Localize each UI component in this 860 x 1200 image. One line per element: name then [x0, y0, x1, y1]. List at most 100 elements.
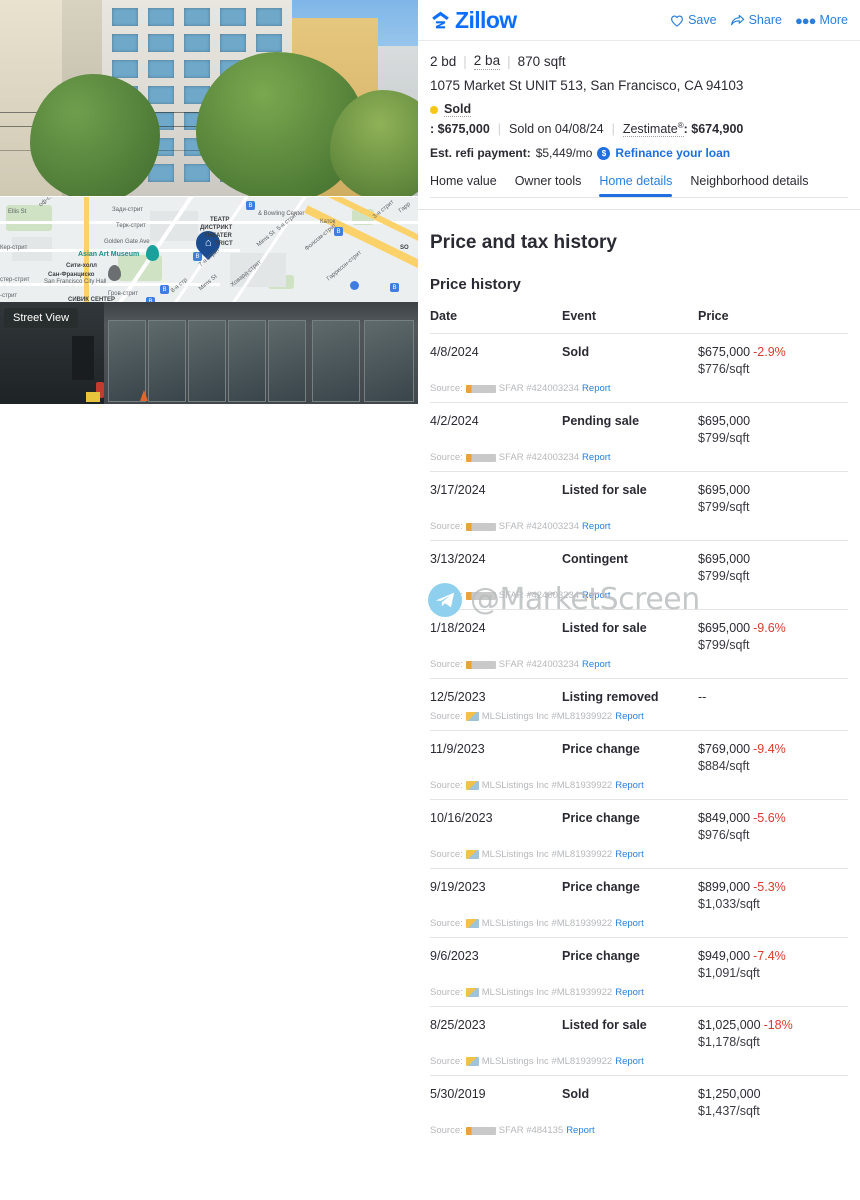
transit-marker-icon[interactable]: B: [390, 283, 399, 292]
report-link[interactable]: Report: [615, 987, 644, 998]
source-prefix: Source:: [430, 452, 463, 464]
price-change-pct: -5.3%: [753, 880, 786, 895]
source-line: Source: SFAR #424003234 Report: [430, 521, 848, 532]
map-label: Зади-стрит: [112, 207, 143, 213]
yellow-bin: [86, 392, 100, 402]
source-row: Source: MLSListings Inc #ML81939922 Report: [430, 911, 848, 938]
street-view-photo[interactable]: Street View: [0, 302, 418, 404]
price-per-sqft: $776/sqft: [698, 362, 750, 377]
price-change-pct: -9.4%: [753, 742, 786, 757]
share-button[interactable]: Share: [730, 13, 782, 27]
event-type: Listed for sale: [562, 483, 647, 498]
window: [148, 60, 174, 78]
report-link[interactable]: Report: [582, 590, 611, 601]
window: [256, 34, 282, 52]
window: [184, 60, 210, 78]
zillow-logo[interactable]: Zillow: [430, 7, 517, 34]
transit-marker-icon[interactable]: B: [160, 285, 169, 294]
zillow-property-page: B B B B B B ⌂ Ellis St оф-стрит Зади-стрит…: [0, 0, 860, 1200]
window: [184, 8, 210, 26]
window: [148, 8, 174, 26]
beds-value: 2 bd: [430, 54, 457, 69]
map-label: ДИСТРИКТ: [200, 225, 233, 231]
source-row: Source: MLSListings Inc #ML81939922 Report: [430, 1049, 848, 1076]
share-arrow-icon: [730, 14, 744, 25]
price-per-sqft: $799/sqft: [698, 431, 750, 446]
more-label: More: [819, 13, 848, 27]
table-row: 11/9/2023 Price change $769,000 -9.4% $884/s…: [430, 730, 848, 774]
table-header-row: Date Event Price: [430, 309, 848, 334]
refinance-link[interactable]: Refinance your loan: [615, 146, 730, 160]
header-actions: Save Share ●●● More: [670, 13, 848, 27]
report-link[interactable]: Report: [615, 780, 644, 791]
refi-label: Est. refi payment:: [430, 146, 531, 161]
sfar-logo-icon: [465, 384, 496, 393]
report-link[interactable]: Report: [615, 711, 644, 722]
window: [184, 164, 210, 182]
more-button[interactable]: ●●● More: [795, 13, 848, 27]
divider: |: [463, 54, 467, 69]
map-label: San Francisco City Hall: [44, 279, 107, 285]
source-row: Source: SFAR #484135 Report: [430, 1118, 848, 1144]
report-link[interactable]: Report: [615, 849, 644, 860]
location-map[interactable]: B B B B B B ⌂ Ellis St оф-стрит Зади-стрит…: [0, 196, 418, 302]
tab-owner-tools[interactable]: Owner tools: [515, 174, 582, 197]
mls-logo-icon: [465, 919, 479, 929]
museum-marker-icon[interactable]: [146, 245, 159, 261]
refi-row: Est. refi payment: $5,449/mo $ Refinance…: [430, 146, 848, 160]
source-id: MLSListings Inc #ML81939922: [481, 780, 613, 792]
report-link[interactable]: Report: [566, 1125, 595, 1136]
report-link[interactable]: Report: [582, 521, 611, 532]
report-link[interactable]: Report: [615, 918, 644, 929]
report-link[interactable]: Report: [582, 383, 611, 394]
column-header-event: Event: [562, 309, 597, 324]
price-tax-history-section: Price and tax history Price history Date…: [418, 232, 860, 1144]
table-row: 4/2/2024 Pending sale $695,000 $799/sqft: [430, 402, 848, 446]
save-button[interactable]: Save: [670, 13, 717, 27]
tab-home-value[interactable]: Home value: [430, 174, 497, 197]
window: [148, 34, 174, 52]
map-label: Asian Art Museum: [78, 251, 140, 258]
event-date: 12/5/2023: [430, 690, 486, 705]
property-photo[interactable]: [0, 0, 418, 196]
map-label: Golden Gate Ave: [104, 239, 150, 245]
share-label: Share: [748, 13, 782, 27]
source-prefix: Source:: [430, 1125, 463, 1137]
window: [220, 34, 246, 52]
table-row: 3/13/2024 Contingent $695,000 $799/sqft: [430, 540, 848, 584]
price-per-sqft: $1,178/sqft: [698, 1035, 760, 1050]
event-price: $695,000: [698, 414, 751, 429]
tab-neighborhood-details[interactable]: Neighborhood details: [690, 174, 808, 197]
source-prefix: Source:: [430, 987, 463, 999]
event-date: 4/2/2024: [430, 414, 479, 429]
source-id: SFAR #424003234: [498, 659, 580, 671]
event-price: $849,000 -5.6%: [698, 811, 786, 826]
zestimate-label[interactable]: Zestimate®: [622, 121, 684, 138]
property-facts: 2 bd | 2 ba | 870 sqft 1075 Market St UN…: [418, 41, 860, 160]
event-date: 9/6/2023: [430, 949, 479, 964]
price-row: : $675,000 | Sold on 04/08/24 | Zestimat…: [430, 121, 848, 138]
price-per-sqft: $884/sqft: [698, 759, 750, 774]
tab-home-details[interactable]: Home details: [599, 174, 672, 198]
report-link[interactable]: Report: [582, 452, 611, 463]
highway-shield-icon: [350, 281, 359, 290]
window: [112, 60, 138, 78]
map-label: THEATER: [204, 233, 232, 239]
map-label: Сити-холл: [66, 263, 97, 269]
baths-value[interactable]: 2 ba: [473, 53, 501, 70]
report-link[interactable]: Report: [615, 1056, 644, 1067]
city-hall-marker-icon[interactable]: [108, 265, 121, 281]
event-type: Price change: [562, 742, 640, 757]
status-badge[interactable]: Sold: [444, 102, 472, 117]
street-view-badge: Street View: [4, 308, 79, 328]
event-price: $1,250,000: [698, 1087, 761, 1102]
report-link[interactable]: Report: [582, 659, 611, 670]
source-line: Source: MLSListings Inc #ML81939922 Report: [430, 987, 848, 998]
source-row: Source: MLSListings Inc #ML81939922 Report: [430, 980, 848, 1007]
window: [184, 34, 210, 52]
zestimate-value: : $674,900: [683, 122, 744, 137]
map-label: Терк-стрит: [116, 223, 146, 229]
divider: |: [497, 122, 502, 137]
sfar-logo-icon: [465, 453, 496, 462]
transit-marker-icon[interactable]: B: [246, 201, 255, 210]
